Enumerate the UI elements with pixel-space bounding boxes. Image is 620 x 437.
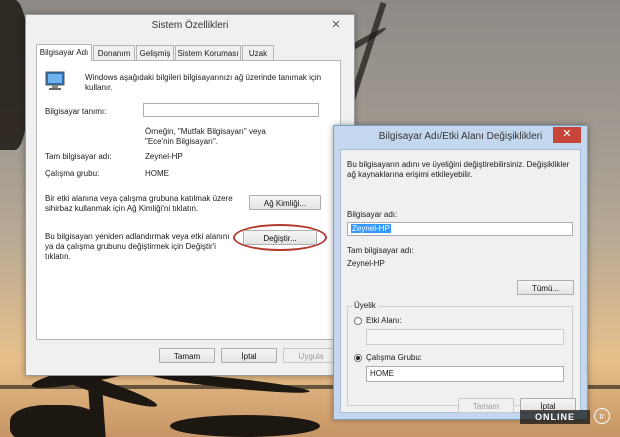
window-titlebar: Sistem Özellikleri bbox=[26, 15, 354, 37]
dialog-close-icon[interactable]: ✕ bbox=[553, 127, 581, 143]
dialog-full-name-label: Tam bilgisayar adı: bbox=[347, 246, 414, 255]
full-name-label: Tam bilgisayar adı: bbox=[45, 152, 112, 161]
description-example: Örneğin, "Mutfak Bilgisayarı" veya "Ece'… bbox=[145, 127, 266, 146]
palm-frond bbox=[170, 415, 320, 437]
workgroup-label: Çalışma grubu: bbox=[45, 169, 100, 178]
domain-input[interactable] bbox=[366, 329, 564, 345]
change-button[interactable]: Değiştir... bbox=[243, 230, 317, 245]
cancel-button[interactable]: İptal bbox=[221, 348, 277, 363]
dialog-ok-button[interactable]: Tamam bbox=[458, 398, 514, 413]
computer-name-selection: Zeynel-HP bbox=[351, 224, 391, 233]
ok-button[interactable]: Tamam bbox=[159, 348, 215, 363]
dialog-title: Bilgisayar Adı/Etki Alanı Değişiklikleri bbox=[378, 131, 543, 142]
close-icon[interactable]: ✕ bbox=[322, 18, 350, 34]
watermark-logo: ONLINE bbox=[520, 410, 590, 424]
window-title: Sistem Özellikleri bbox=[151, 20, 229, 31]
tab-advanced[interactable]: Gelişmiş bbox=[136, 45, 174, 60]
tab-system-protection[interactable]: Sistem Koruması bbox=[175, 45, 241, 60]
apply-button[interactable]: Uygula bbox=[283, 348, 339, 363]
tab-strip: Bilgisayar Adı Donanım Gelişmiş Sistem K… bbox=[36, 44, 346, 61]
tab-remote[interactable]: Uzak bbox=[242, 45, 274, 60]
domain-radio[interactable] bbox=[354, 317, 362, 325]
membership-label: Üyelik bbox=[352, 301, 378, 310]
watermark-tld: tr bbox=[594, 408, 610, 424]
more-button[interactable]: Tümü... bbox=[517, 280, 574, 295]
workgroup-value: HOME bbox=[145, 169, 169, 178]
computer-name-dialog: Bilgisayar Adı/Etki Alanı Değişiklikleri… bbox=[333, 125, 588, 420]
description-input[interactable] bbox=[143, 103, 319, 117]
palm-frond bbox=[10, 405, 100, 437]
dialog-body: Bu bilgisayarın adını ve üyeliğini değiş… bbox=[340, 149, 581, 413]
computer-icon bbox=[44, 71, 66, 91]
workgroup-input[interactable]: HOME bbox=[366, 366, 564, 382]
dialog-intro: Bu bilgisayarın adını ve üyeliğini değiş… bbox=[347, 160, 570, 179]
dialog-full-name-value: Zeynel-HP bbox=[347, 259, 385, 268]
network-id-button[interactable]: Ağ Kimliği... bbox=[249, 195, 321, 210]
description-label: Bilgisayar tanımı: bbox=[45, 107, 107, 116]
tab-hardware[interactable]: Donanım bbox=[93, 45, 135, 60]
network-id-text: Bir etki alanına veya çalışma grubuna ka… bbox=[45, 194, 233, 213]
workgroup-radio[interactable] bbox=[354, 354, 362, 362]
domain-label: Etki Alanı: bbox=[366, 316, 402, 325]
tab-panel: Windows aşağıdaki bilgileri bilgisayarın… bbox=[36, 60, 341, 340]
tab-computer-name[interactable]: Bilgisayar Adı bbox=[36, 44, 92, 61]
computer-name-input[interactable]: Zeynel-HP bbox=[347, 222, 573, 236]
system-properties-window: Sistem Özellikleri ✕ Bilgisayar Adı Dona… bbox=[25, 14, 355, 376]
dialog-workgroup-label: Çalışma Grubu: bbox=[366, 353, 423, 362]
rename-text: Bu bilgisayarı yeniden adlandırmak veya … bbox=[45, 232, 230, 261]
watermark-text: ONLINE bbox=[534, 412, 575, 422]
dialog-titlebar: Bilgisayar Adı/Etki Alanı Değişiklikleri bbox=[334, 126, 587, 148]
full-name-value: Zeynel-HP bbox=[145, 152, 183, 161]
computer-name-label: Bilgisayar adı: bbox=[347, 210, 398, 219]
intro-text: Windows aşağıdaki bilgileri bilgisayarın… bbox=[85, 73, 322, 92]
